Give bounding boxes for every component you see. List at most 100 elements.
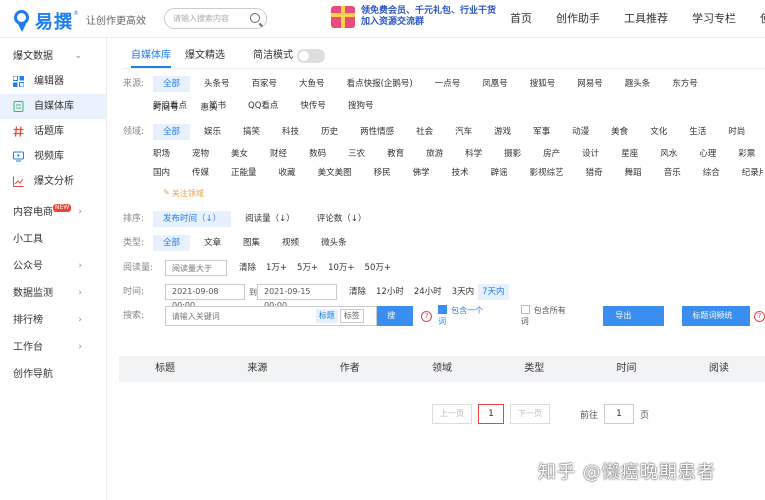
domain-option[interactable]: 技术 — [452, 165, 469, 181]
domain-option[interactable]: 房产 — [543, 146, 560, 162]
source-option[interactable]: 看点快报(企鹅号) — [347, 76, 413, 92]
column-header-author[interactable]: 作者 — [304, 356, 396, 382]
column-header-time[interactable]: 时间 — [580, 356, 672, 382]
source-option[interactable]: 网易号 — [577, 76, 603, 92]
title-word-stats-button[interactable]: 标题词频统计 — [682, 306, 751, 340]
source-option[interactable]: 搜狗号 — [348, 98, 374, 114]
tab-viral-picks[interactable]: 爆文精选 — [185, 44, 225, 68]
domain-option[interactable]: 影视综艺 — [530, 165, 564, 181]
domain-option[interactable]: 财经 — [270, 146, 287, 162]
type-option[interactable]: 微头条 — [321, 235, 347, 251]
next-page-button[interactable]: 下一页 — [510, 404, 550, 424]
domain-option[interactable]: 动漫 — [572, 124, 589, 140]
domain-option[interactable]: 社会 — [416, 124, 433, 140]
source-option[interactable]: 全部 — [153, 76, 191, 92]
domain-option[interactable]: 旅游 — [426, 146, 443, 162]
domain-option[interactable]: 音乐 — [664, 165, 681, 181]
domain-option[interactable]: 科技 — [282, 124, 299, 140]
source-option[interactable]: 大鱼号 — [299, 76, 325, 92]
domain-option[interactable]: 纪录片 — [742, 165, 763, 181]
domain-option[interactable]: 摄影 — [504, 146, 521, 162]
source-option[interactable]: QQ看点 — [248, 98, 278, 114]
domain-option[interactable]: 时尚 — [728, 124, 745, 140]
reads-input[interactable] — [165, 260, 227, 276]
export-excel-button[interactable]: 导出Excel — [603, 306, 665, 340]
domain-option[interactable]: 三农 — [348, 146, 365, 162]
source-option[interactable]: 凤凰号 — [482, 76, 508, 92]
domain-option[interactable]: 辟谣 — [491, 165, 508, 181]
column-header-domain[interactable]: 领域 — [396, 356, 488, 382]
domain-option[interactable]: 生活 — [689, 124, 706, 140]
domain-option[interactable]: 佛学 — [413, 165, 430, 181]
reads-option[interactable]: 1万+ — [266, 260, 287, 276]
sidebar-data-monitor[interactable]: 数据监测 › — [0, 281, 106, 306]
domain-option[interactable]: 风水 — [660, 146, 677, 162]
domain-option[interactable]: 全部 — [153, 124, 191, 140]
reads-option[interactable]: 5万+ — [297, 260, 318, 276]
domain-option[interactable]: 猎奇 — [586, 165, 603, 181]
follow-domain-link[interactable]: ✎ 关注领域 — [163, 188, 204, 199]
source-option[interactable]: 趣头条 — [625, 76, 651, 92]
scope-title-toggle[interactable]: 标题 — [315, 309, 338, 323]
domain-option[interactable]: 传媒 — [192, 165, 209, 181]
domain-option[interactable]: 科学 — [465, 146, 482, 162]
nav-home[interactable]: 首页 — [510, 0, 532, 38]
domain-option[interactable]: 收藏 — [279, 165, 296, 181]
column-header-type[interactable]: 类型 — [488, 356, 580, 382]
source-option[interactable]: 快传号 — [300, 98, 326, 114]
type-option[interactable]: 全部 — [153, 235, 191, 251]
source-option[interactable]: 搜狐号 — [530, 76, 556, 92]
sidebar-section-viral-data[interactable]: 爆文数据 ⌄ — [0, 44, 106, 69]
source-option[interactable]: 百家号 — [252, 76, 278, 92]
domain-option[interactable]: 星座 — [621, 146, 638, 162]
domain-option[interactable]: 综合 — [703, 165, 720, 181]
sidebar-item-topic-library[interactable]: 话题库 — [0, 119, 106, 144]
sidebar-item-viral-analysis[interactable]: 爆文分析 — [0, 169, 106, 194]
start-date-input[interactable]: 2021-09-08 00:00 — [165, 284, 245, 310]
domain-option[interactable]: 历史 — [321, 124, 338, 140]
domain-option[interactable]: 舞蹈 — [625, 165, 642, 181]
time-option[interactable]: 12小时 — [376, 284, 404, 300]
source-option[interactable]: 新浪看点 — [153, 98, 187, 114]
goto-page-input[interactable]: 1 — [604, 404, 635, 424]
domain-option[interactable]: 国内 — [153, 165, 170, 181]
domain-option[interactable]: 搞笑 — [243, 124, 260, 140]
sidebar-item-editor[interactable]: 编辑器 — [0, 69, 106, 94]
domain-option[interactable]: 美食 — [611, 124, 628, 140]
domain-option[interactable]: 文化 — [650, 124, 667, 140]
reads-option[interactable]: 10万+ — [328, 260, 354, 276]
promo-banner[interactable]: 领免费会员、千元礼包、行业干货 加入资源交流群 — [331, 6, 496, 28]
time-option[interactable]: 7天内 — [478, 284, 509, 300]
keyword-input[interactable] — [165, 307, 316, 325]
domain-option[interactable]: 宠物 — [192, 146, 209, 162]
domain-option[interactable]: 军事 — [533, 124, 550, 140]
nav-creation-assistant[interactable]: 创作助手 — [556, 0, 600, 38]
source-option[interactable]: 简书 — [209, 98, 226, 114]
domain-option[interactable]: 美女 — [231, 146, 248, 162]
help-icon[interactable]: ? — [421, 310, 433, 322]
domain-option[interactable]: 正能量 — [231, 165, 257, 181]
scope-tag-toggle[interactable]: 标签 — [339, 309, 364, 323]
type-option[interactable]: 图集 — [243, 235, 260, 251]
domain-option[interactable]: 职场 — [153, 146, 170, 162]
time-option[interactable]: 3天内 — [452, 284, 474, 300]
domain-option[interactable]: 两性情感 — [360, 124, 394, 140]
column-header-source[interactable]: 来源 — [211, 356, 303, 382]
time-option[interactable]: 24小时 — [414, 284, 442, 300]
domain-option[interactable]: 教育 — [387, 146, 404, 162]
sidebar-item-media-library[interactable]: 自媒体库 — [0, 94, 106, 119]
sort-option[interactable]: 发布时间（↓） — [153, 211, 232, 227]
sidebar-creation-guide[interactable]: 创作导航 — [0, 362, 106, 387]
sidebar-tools[interactable]: 小工具 — [0, 227, 106, 252]
search-button[interactable]: 搜索 — [377, 306, 414, 340]
domain-option[interactable]: 心理 — [699, 146, 716, 162]
reads-option[interactable]: 清除 — [239, 260, 256, 276]
domain-option[interactable]: 游戏 — [494, 124, 511, 140]
header-search-input[interactable] — [165, 9, 247, 28]
prev-page-button[interactable]: 上一页 — [432, 404, 472, 424]
sidebar-item-video-library[interactable]: 视频库 — [0, 144, 106, 169]
sidebar-official-account[interactable]: 公众号 › — [0, 254, 106, 279]
time-option[interactable]: 清除 — [349, 284, 366, 300]
nav-usage[interactable]: 使用 — [760, 0, 765, 38]
help-icon[interactable]: ? — [754, 310, 765, 322]
